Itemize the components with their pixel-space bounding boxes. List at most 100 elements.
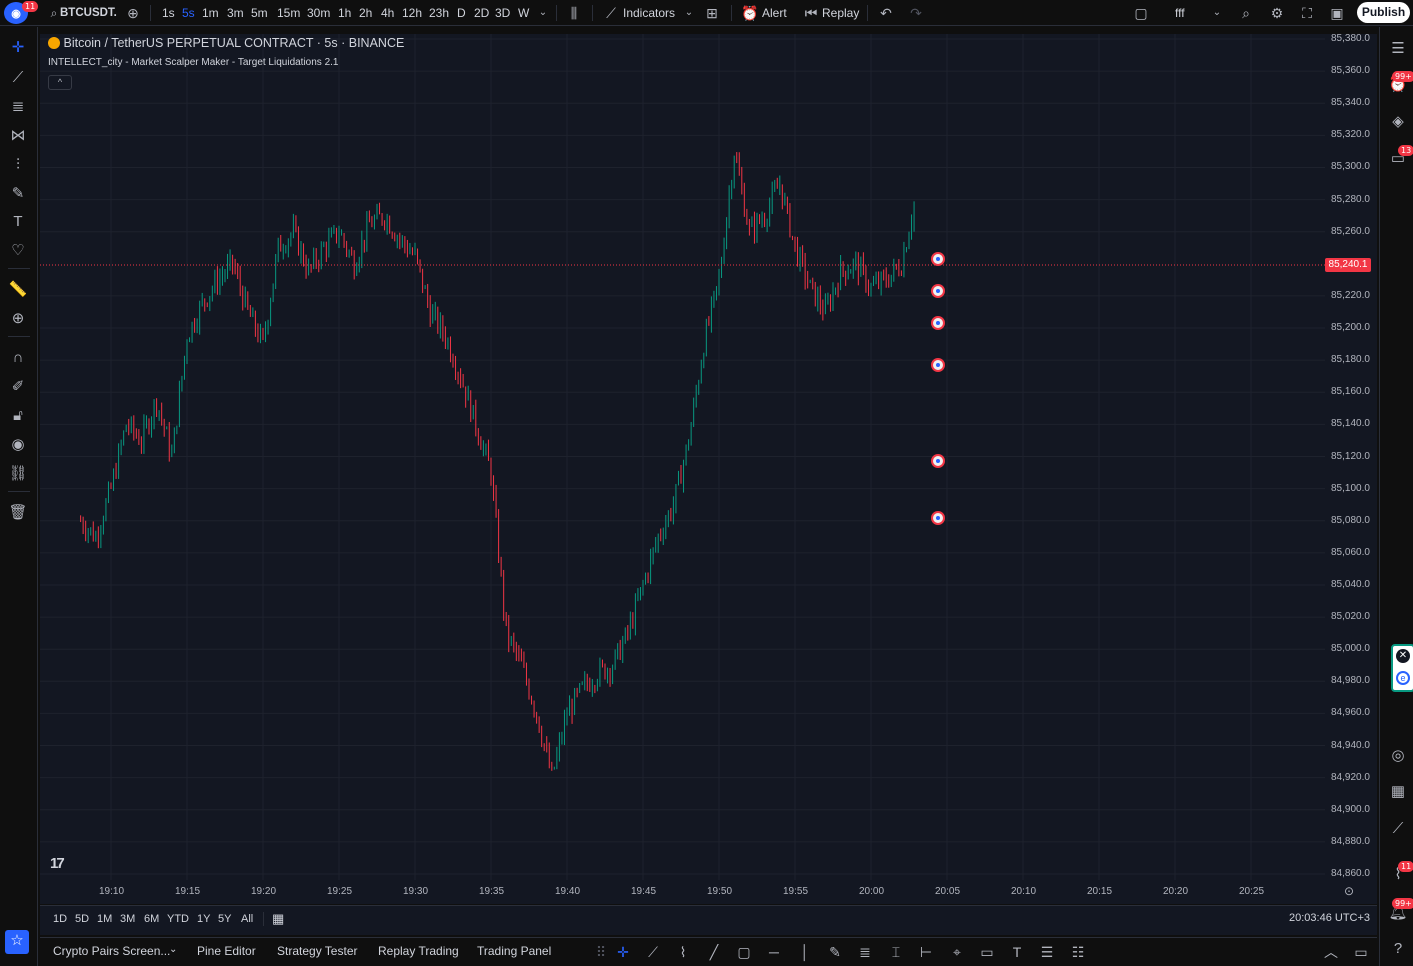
text-icon[interactable]: T (1006, 941, 1028, 963)
help-icon[interactable]: ? (1387, 938, 1409, 960)
extension-icon[interactable]: e (1396, 671, 1410, 685)
zoom-in-icon[interactable]: ⊕ (6, 308, 30, 330)
close-icon[interactable]: ✕ (1396, 649, 1410, 663)
brush-icon[interactable]: ✎ (6, 183, 30, 205)
pin-icon[interactable]: ⌖ (946, 941, 968, 963)
eye-icon[interactable]: ◉ (6, 434, 30, 456)
interval-D[interactable]: D (457, 0, 466, 26)
tab-strategy-tester[interactable]: Strategy Tester (277, 944, 357, 958)
layout-icon[interactable]: ▢ (1131, 0, 1151, 26)
chart-pane[interactable] (40, 34, 1325, 880)
fib-icon[interactable]: ≣ (6, 96, 30, 118)
range-5D[interactable]: 5D (75, 908, 89, 930)
trendline-icon[interactable]: ⟋ (6, 67, 30, 89)
ruler-icon[interactable]: 📏 (6, 279, 30, 301)
indicator-legend[interactable]: INTELLECT_city - Market Scalper Maker - … (48, 57, 339, 68)
axis-settings-icon[interactable]: ⊙ (1344, 884, 1354, 898)
pencil-icon[interactable]: ✎ (824, 941, 846, 963)
clock[interactable]: 20:03:46 UTC+3 (1289, 912, 1370, 924)
tab-replay-trading[interactable]: Replay Trading (378, 944, 459, 958)
publish-button[interactable]: Publish (1357, 2, 1410, 23)
tab-crypto-pairs-screener[interactable]: Crypto Pairs Screen... (53, 944, 170, 958)
interval-2D[interactable]: 2D (474, 0, 489, 26)
interval-5m[interactable]: 5m (251, 0, 268, 26)
lock-icon[interactable]: 🔓︎ (6, 405, 30, 427)
indicators-button[interactable]: Indicators (623, 0, 675, 26)
interval-3m[interactable]: 3m (227, 0, 244, 26)
horizontal-line-icon[interactable]: ─ (763, 941, 785, 963)
undo-icon[interactable]: ↶ (876, 0, 896, 26)
range-All[interactable]: All (241, 908, 253, 930)
layers-icon[interactable]: ◈ (1387, 111, 1409, 133)
alert-button[interactable]: Alert (762, 0, 787, 26)
interval-5s[interactable]: 5s (182, 0, 195, 26)
goto-date-icon[interactable]: ▦ (272, 908, 284, 930)
replay-icon[interactable]: ⏮ (801, 0, 821, 26)
target-icon[interactable]: ◎ (1387, 745, 1409, 767)
stay-drawing-icon[interactable]: ✐ (6, 376, 30, 398)
range-6M[interactable]: 6M (144, 908, 159, 930)
text-icon[interactable]: T (6, 211, 30, 233)
alert-icon[interactable]: ⏰ (740, 0, 760, 26)
vertical-line-icon[interactable]: │ (794, 941, 816, 963)
range-YTD[interactable]: YTD (167, 908, 189, 930)
fib-icon[interactable]: ≣ (854, 941, 876, 963)
interval-1m[interactable]: 1m (202, 0, 219, 26)
range-1M[interactable]: 1M (97, 908, 112, 930)
crosshair-icon[interactable]: ✛ (612, 941, 634, 963)
chevron-down-icon[interactable]: ⌄ (533, 0, 553, 26)
trash-icon[interactable]: 🗑︎ (6, 502, 30, 524)
maximize-panel-icon[interactable]: ▭ (1350, 941, 1372, 963)
callout-icon[interactable]: ▭ (976, 941, 998, 963)
range-1D[interactable]: 1D (53, 908, 67, 930)
chevron-down-icon[interactable]: ⌄ (679, 0, 699, 26)
interval-1s[interactable]: 1s (162, 0, 175, 26)
tab-trading-panel[interactable]: Trading Panel (477, 944, 551, 958)
redo-icon[interactable]: ↷ (906, 0, 926, 26)
star-icon[interactable]: ☆ (5, 930, 29, 954)
chart-tools-icon[interactable]: ⟋ (1387, 818, 1409, 840)
price-range-icon[interactable]: ⌶ (885, 941, 907, 963)
candles-icon[interactable]: ⫼ (564, 0, 584, 26)
compare-symbol-icon[interactable]: ⊕ (123, 0, 143, 26)
fullscreen-icon[interactable]: ⛶ (1297, 0, 1317, 26)
templates-icon[interactable]: ⊞ (702, 0, 722, 26)
range-5Y[interactable]: 5Y (218, 908, 231, 930)
rectangle-icon[interactable]: ▢ (733, 941, 755, 963)
user-avatar[interactable]: ◉ 11 (4, 1, 39, 24)
forecast-icon[interactable]: ⫶ (6, 154, 30, 176)
trendline-icon[interactable]: ⟋ (642, 941, 664, 963)
long-position-icon[interactable]: ☰ (1036, 941, 1058, 963)
date-range-icon[interactable]: ⊢ (915, 941, 937, 963)
interval-30m[interactable]: 30m (307, 0, 330, 26)
chevron-up-icon[interactable]: ︿ (1320, 941, 1342, 963)
interval-15m[interactable]: 15m (277, 0, 300, 26)
replay-button[interactable]: Replay (822, 0, 859, 26)
line-icon[interactable]: ╱ (703, 941, 725, 963)
range-3M[interactable]: 3M (120, 908, 135, 930)
interval-4h[interactable]: 4h (381, 0, 394, 26)
magnet-icon[interactable]: ∩ (6, 347, 30, 369)
interval-3D[interactable]: 3D (495, 0, 510, 26)
calendar-icon[interactable]: ▦ (1387, 781, 1409, 803)
interval-2h[interactable]: 2h (359, 0, 372, 26)
path-icon[interactable]: ⌇ (672, 941, 694, 963)
chart-legend-title[interactable]: Bitcoin / TetherUS PERPETUAL CONTRACT · … (48, 36, 404, 50)
chevron-down-icon[interactable]: ⌄ (169, 944, 177, 955)
interval-W[interactable]: W (518, 0, 529, 26)
watchlist-icon[interactable]: ☰ (1387, 38, 1409, 60)
settings-icon[interactable]: ⚙ (1267, 0, 1287, 26)
interval-23h[interactable]: 23h (429, 0, 449, 26)
chart-canvas[interactable] (40, 34, 1325, 880)
quick-search-icon[interactable]: ⌕ (1236, 0, 1256, 26)
chevron-down-icon[interactable]: ⌄ (1207, 0, 1227, 26)
interval-1h[interactable]: 1h (338, 0, 351, 26)
crosshair-icon[interactable]: ✛ (6, 37, 30, 59)
link-icon[interactable]: ⛓ (6, 463, 30, 485)
tab-pine-editor[interactable]: Pine Editor (197, 944, 256, 958)
pattern-icon[interactable]: ⋈ (6, 125, 30, 147)
short-position-icon[interactable]: ☷ (1067, 941, 1089, 963)
favorites-icon[interactable]: ♡ (6, 240, 30, 262)
indicators-icon[interactable]: ⟋ (601, 0, 621, 26)
extension-widget[interactable]: ✕ e (1391, 644, 1413, 692)
